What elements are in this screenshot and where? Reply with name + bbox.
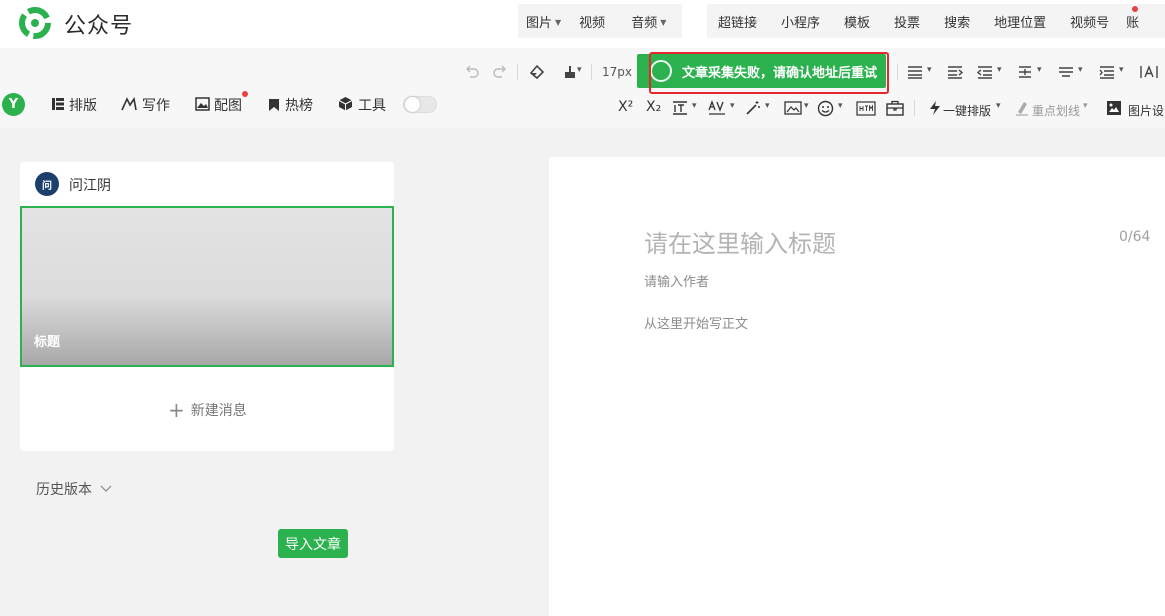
menu-hyperlink[interactable]: 超链接	[718, 12, 757, 31]
toolbar-divider	[517, 64, 518, 80]
undo-icon[interactable]	[464, 64, 480, 80]
toolbar-divider	[591, 64, 592, 80]
account-avatar: 问	[35, 172, 59, 196]
chevron-down-icon[interactable]: ▾	[996, 101, 1001, 111]
history-versions-dropdown[interactable]: 历史版本	[36, 479, 112, 499]
account-name: 问江阴	[69, 178, 111, 194]
list-indent-icon[interactable]	[1099, 64, 1115, 80]
chevron-down-icon[interactable]: ▾	[927, 65, 932, 75]
superscript-icon[interactable]: X²	[618, 99, 633, 115]
plugin-nav-trending[interactable]: 热榜	[285, 95, 313, 115]
chevron-down-icon[interactable]: ▾	[1083, 101, 1088, 111]
menu-audio[interactable]: 音频 ▼	[631, 12, 666, 31]
letter-spacing-icon[interactable]	[708, 100, 726, 116]
body-input[interactable]: 从这里开始写正文	[644, 313, 748, 332]
image-settings-icon	[1107, 101, 1121, 115]
plugin-nav-layout[interactable]: 排版	[69, 95, 97, 115]
plugin-toggle[interactable]	[403, 96, 437, 113]
pen-icon	[121, 97, 137, 111]
outdent-icon[interactable]	[977, 64, 993, 80]
html-icon[interactable]	[856, 101, 876, 116]
logo-text: 公众号	[64, 14, 134, 39]
chevron-down-icon[interactable]: ▾	[804, 101, 809, 111]
chevron-down-icon[interactable]: ▾	[692, 101, 697, 111]
wechat-mp-logo-icon	[19, 7, 51, 39]
menu-video[interactable]: 视频	[579, 12, 605, 31]
menu-account-truncated[interactable]: 账	[1126, 12, 1139, 31]
subscript-icon[interactable]: X₂	[646, 99, 661, 115]
toolbar-divider	[897, 64, 898, 80]
plugin-nav-image[interactable]: 配图	[214, 95, 242, 115]
chevron-down-icon[interactable]: ▾	[1078, 65, 1083, 75]
chevron-down-icon	[101, 485, 112, 492]
text-spacing-icon[interactable]	[672, 100, 688, 116]
menu-vote[interactable]: 投票	[894, 12, 920, 31]
briefcase-icon[interactable]	[886, 100, 904, 116]
text-width-icon[interactable]	[1140, 64, 1158, 80]
red-highlight-box	[649, 52, 889, 94]
cube-icon	[338, 97, 353, 111]
chevron-down-icon[interactable]: ▾	[1037, 65, 1042, 75]
format-painter-icon[interactable]	[562, 64, 578, 80]
highlighter-icon	[1016, 102, 1028, 116]
chevron-down-icon[interactable]: ▾	[765, 101, 770, 111]
image-settings-button[interactable]: 图片设	[1128, 102, 1164, 119]
author-input[interactable]: 请输入作者	[644, 271, 709, 290]
toggle-knob	[405, 97, 420, 112]
emoji-icon[interactable]	[817, 100, 834, 117]
new-message-button[interactable]: + 新建消息	[168, 398, 247, 422]
menu-template[interactable]: 模板	[844, 12, 870, 31]
menu-search[interactable]: 搜索	[944, 12, 970, 31]
plugin-nav-image-badge	[242, 91, 248, 97]
eraser-icon[interactable]	[528, 63, 545, 80]
image-icon	[195, 97, 210, 111]
plugin-logo[interactable]: Y	[2, 93, 25, 116]
align-left-icon[interactable]	[907, 64, 923, 80]
toolbar-divider	[914, 100, 915, 116]
article-cover-thumbnail[interactable]	[20, 206, 394, 367]
insert-image-icon[interactable]	[784, 100, 802, 116]
cover-title: 标题	[34, 335, 61, 350]
chevron-down-icon[interactable]: ▾	[577, 65, 582, 75]
media-menu-group: 图片 ▼ 视频 音频 ▼	[518, 4, 682, 38]
plugin-nav-writing[interactable]: 写作	[142, 95, 170, 115]
chevron-down-icon[interactable]: ▾	[1119, 65, 1124, 75]
insert-menu-group: 超链接 小程序 模板 投票 搜索 地理位置 视频号 账	[707, 4, 1165, 38]
chevron-down-icon: ▼	[555, 17, 562, 27]
chevron-down-icon[interactable]: ▾	[838, 101, 843, 111]
plus-icon: +	[168, 398, 185, 422]
magic-wand-icon[interactable]	[745, 100, 761, 116]
menu-image[interactable]: 图片 ▼	[526, 12, 561, 31]
chevron-down-icon[interactable]: ▾	[997, 65, 1002, 75]
line-spacing-icon[interactable]	[1017, 64, 1033, 80]
menu-channels[interactable]: 视频号	[1070, 12, 1109, 31]
title-char-count: 0/64	[1119, 229, 1151, 245]
layout-icon	[52, 98, 64, 110]
plugin-nav-tools[interactable]: 工具	[358, 95, 386, 115]
indent-icon[interactable]	[947, 64, 963, 80]
bookmark-icon	[269, 99, 279, 111]
paragraph-spacing-icon[interactable]	[1058, 64, 1074, 80]
title-input[interactable]: 请在这里输入标题	[644, 224, 836, 259]
highlight-line-button[interactable]: 重点划线	[1032, 102, 1080, 119]
font-size-select[interactable]: 17px	[602, 65, 632, 79]
chevron-down-icon[interactable]: ▾	[730, 101, 735, 111]
notification-badge	[1132, 6, 1138, 12]
menu-location[interactable]: 地理位置	[994, 12, 1046, 31]
editor-canvas[interactable]	[549, 157, 1165, 616]
redo-icon[interactable]	[492, 64, 508, 80]
lightning-icon	[930, 101, 940, 115]
menu-miniprogram[interactable]: 小程序	[781, 12, 820, 31]
chevron-down-icon: ▼	[660, 17, 667, 27]
one-click-layout-button[interactable]: 一键排版	[943, 102, 991, 119]
import-article-button[interactable]: 导入文章	[278, 529, 348, 558]
